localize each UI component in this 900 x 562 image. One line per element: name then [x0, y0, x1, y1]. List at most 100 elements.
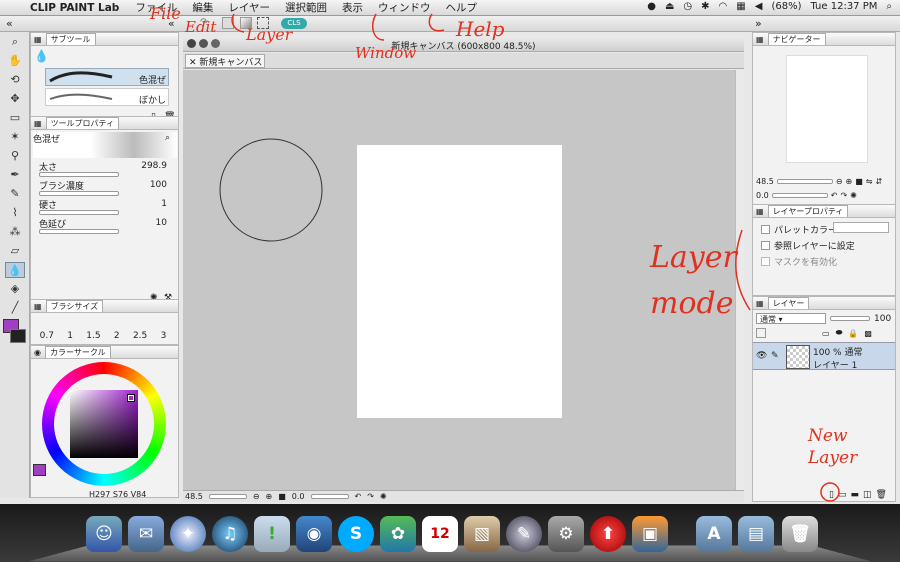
angle-value[interactable]: 0.0 [292, 492, 305, 501]
photos-icon[interactable]: ▧ [464, 516, 500, 552]
menu-edit[interactable]: 編集 [192, 0, 213, 15]
applications-folder-icon[interactable]: A [696, 516, 732, 552]
brush-size-option[interactable]: 2 [114, 331, 120, 341]
brush-size-option[interactable]: 1.5 [86, 331, 100, 341]
app-menu[interactable]: CLIP PAINT Lab [30, 2, 119, 14]
reset-rotation-icon[interactable]: ✺ [380, 492, 387, 501]
zoom-in-icon[interactable]: ⊕ [846, 177, 853, 186]
iphoto-icon[interactable]: ▣ [632, 516, 668, 552]
line-tool-icon[interactable]: ╱ [5, 300, 25, 316]
time-machine-icon[interactable]: ◷ [683, 1, 692, 12]
menu-selection[interactable]: 選択範囲 [285, 0, 327, 15]
subtool-item-blend[interactable]: 色混ぜ [45, 68, 169, 86]
bluetooth-icon[interactable]: ✱ [701, 1, 709, 12]
spotlight-icon[interactable]: ⌕ [886, 1, 892, 12]
reference-layer-checkbox[interactable] [761, 241, 770, 250]
color-stretch-slider[interactable] [39, 229, 119, 234]
density-slider[interactable] [39, 191, 119, 196]
zoom-out-icon[interactable]: ⊖ [253, 492, 260, 501]
zoom-in-icon[interactable]: ⊕ [266, 492, 273, 501]
hardness-value[interactable]: 1 [161, 199, 167, 209]
fill-icon[interactable] [222, 17, 234, 29]
current-color-swatch[interactable] [33, 464, 46, 476]
menu-view[interactable]: 表示 [342, 0, 363, 15]
reference-layer-option[interactable]: 参照レイヤーに設定 [761, 239, 855, 252]
brush-size-option[interactable]: 2.5 [133, 331, 147, 341]
lock-alpha-icon[interactable]: ▩ [864, 329, 872, 338]
navigator-angle-slider[interactable] [771, 193, 828, 198]
tool-property-tab[interactable]: ツールプロパティ [45, 117, 120, 129]
flag-icon[interactable]: ▦ [736, 1, 745, 12]
opacity-value[interactable]: 100 [874, 314, 891, 324]
brush-size-tab[interactable]: ブラシサイズ [45, 300, 104, 312]
fit-icon[interactable]: ■ [278, 492, 286, 501]
brush-size-option[interactable]: 1 [67, 331, 73, 341]
messenger-icon[interactable]: ✿ [380, 516, 416, 552]
navigator-angle-value[interactable]: 0.0 [756, 191, 769, 200]
enable-mask-checkbox[interactable] [761, 257, 770, 266]
collapse-right-icon[interactable]: » [755, 17, 762, 30]
mask-icon[interactable]: ◫ [863, 490, 872, 500]
reminder-icon[interactable]: ! [254, 516, 290, 552]
density-value[interactable]: 100 [150, 180, 167, 190]
opacity-slider[interactable] [830, 316, 870, 321]
navigator-zoom-value[interactable]: 48.5 [756, 177, 774, 186]
move-tool-icon[interactable]: ✥ [5, 91, 25, 107]
delete-layer-icon[interactable]: 🗑 [876, 490, 887, 500]
layer-property-tab[interactable]: レイヤープロパティ [767, 205, 849, 217]
lock-icon[interactable]: 🔒 [848, 329, 858, 338]
eject-icon[interactable]: ⏏ [665, 1, 674, 12]
layer-color-icon[interactable] [756, 328, 766, 338]
palette-color-checkbox[interactable] [761, 225, 770, 234]
enable-mask-option[interactable]: マスクを有効化 [761, 255, 837, 268]
flip-h-icon[interactable]: ⇋ [866, 177, 873, 186]
menu-layer[interactable]: レイヤー [228, 0, 270, 15]
rotate-left-icon[interactable]: ↶ [831, 191, 838, 200]
menu-help[interactable]: ヘルプ [446, 0, 478, 15]
battery-status[interactable]: (68%) [771, 1, 801, 12]
subtool-item-blur[interactable]: ぼかし [45, 88, 169, 106]
color-circle-tab[interactable]: カラーサークル [44, 346, 111, 358]
select-tool-icon[interactable]: ▭ [5, 110, 25, 126]
finder-icon[interactable]: ☺ [86, 516, 122, 552]
blend-group-icon[interactable]: 💧 [34, 49, 49, 63]
itunes-icon[interactable]: ♫ [212, 516, 248, 552]
hue-ring[interactable] [42, 362, 166, 486]
navigator-zoom-slider[interactable] [776, 179, 833, 184]
pencil-tool-icon[interactable]: ✎ [5, 186, 25, 202]
zoom-out-icon[interactable]: ⊖ [836, 177, 843, 186]
zoom-preview-icon[interactable]: ⌕ [165, 133, 170, 143]
close-tab-icon[interactable]: ✕ [189, 58, 197, 68]
size-value[interactable]: 298.9 [141, 161, 167, 171]
collapse-left-icon[interactable]: « [6, 17, 13, 30]
documents-folder-icon[interactable]: ▤ [738, 516, 774, 552]
new-raster-layer-icon[interactable]: ▯ [829, 490, 834, 500]
pen-tool-icon[interactable]: ✒ [5, 167, 25, 183]
magic-wand-icon[interactable]: ✶ [5, 129, 25, 145]
palette-color-option[interactable]: パレットカラー [761, 223, 837, 236]
layer-row[interactable]: 👁 ✎ 100 % 通常 レイヤー 1 [753, 342, 895, 371]
brush-size-option[interactable]: 0.7 [40, 331, 54, 341]
camera-icon[interactable]: ◉ [296, 516, 332, 552]
color-stretch-value[interactable]: 10 [156, 218, 167, 228]
rotate-left-icon[interactable]: ↶ [355, 492, 362, 501]
clock[interactable]: Tue 12:37 PM [810, 1, 877, 12]
clip-icon[interactable]: ▭ [822, 329, 830, 338]
menu-window[interactable]: ウィンドウ [378, 0, 431, 15]
fit-icon[interactable]: ■ [855, 177, 863, 186]
reference-icon[interactable]: ⬬ [836, 328, 843, 338]
mail-icon[interactable]: ✉ [128, 516, 164, 552]
blend-tool-icon[interactable]: 💧 [5, 262, 25, 278]
size-slider[interactable] [39, 172, 119, 177]
sub-color-swatch[interactable] [10, 329, 26, 343]
zoom-value[interactable]: 48.5 [185, 492, 203, 501]
new-vector-layer-icon[interactable]: ▭ [838, 490, 847, 500]
reset-rotation-icon[interactable]: ✺ [850, 191, 857, 200]
rotate-tool-icon[interactable]: ⟲ [5, 72, 25, 88]
skype-icon[interactable]: S [338, 516, 374, 552]
notification-icon[interactable]: ● [647, 1, 656, 12]
layer-tab[interactable]: レイヤー [767, 297, 810, 309]
upload-icon[interactable]: ⬆ [590, 516, 626, 552]
calendar-icon[interactable]: 12 [422, 516, 458, 552]
hand-tool-icon[interactable]: ✋ [5, 53, 25, 69]
